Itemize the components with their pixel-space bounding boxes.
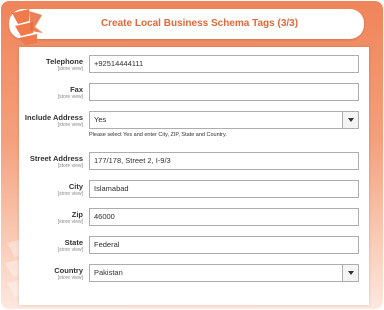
include-address-value: Yes <box>94 115 107 124</box>
header-bar: Create Local Business Schema Tags (3/3) <box>9 9 364 39</box>
chevron-down-icon[interactable] <box>342 265 358 281</box>
page-title: Create Local Business Schema Tags (3/3) <box>100 18 299 29</box>
field-label-state: State [store view] <box>19 238 83 253</box>
store-view-scope: [store view] <box>57 191 83 197</box>
include-address-note: Please select Yes and enter City, ZIP, S… <box>89 132 227 138</box>
telephone-input[interactable]: +92514444111 <box>89 55 359 73</box>
app-frame: Create Local Business Schema Tags (3/3) … <box>1 1 383 309</box>
store-view-scope: [store view] <box>57 247 83 253</box>
field-label-include-address: Include Address [store view] <box>19 113 83 128</box>
zip-input[interactable]: 46000 <box>89 208 359 226</box>
store-view-scope: [store view] <box>57 66 83 72</box>
store-view-scope: [store view] <box>57 275 83 281</box>
store-view-scope: [store view] <box>57 163 83 169</box>
field-label-telephone: Telephone [store view] <box>19 57 83 72</box>
field-label-zip: Zip [store view] <box>19 210 83 225</box>
country-select[interactable]: Pakistan <box>89 264 359 282</box>
field-label-fax: Fax [store view] <box>19 85 83 100</box>
store-view-scope: [store view] <box>57 122 83 128</box>
country-value: Pakistan <box>94 268 123 277</box>
street-address-input[interactable]: 177/178, Street 2, I-9/3 <box>89 152 359 170</box>
field-label-street-address: Street Address [store view] <box>19 154 83 169</box>
fax-input[interactable] <box>89 83 359 101</box>
brand-logo-icon <box>12 9 43 45</box>
store-view-scope: [store view] <box>57 94 83 100</box>
field-label-country: Country [store view] <box>19 266 83 281</box>
store-view-scope: [store view] <box>57 219 83 225</box>
field-label-city: City [store view] <box>19 182 83 197</box>
state-input[interactable]: Federal <box>89 236 359 254</box>
include-address-select[interactable]: Yes <box>89 111 359 129</box>
chevron-down-icon[interactable] <box>342 112 358 128</box>
city-input[interactable]: Islamabad <box>89 180 359 198</box>
form-panel: Telephone [store view] +92514444111 Fax … <box>19 47 369 305</box>
